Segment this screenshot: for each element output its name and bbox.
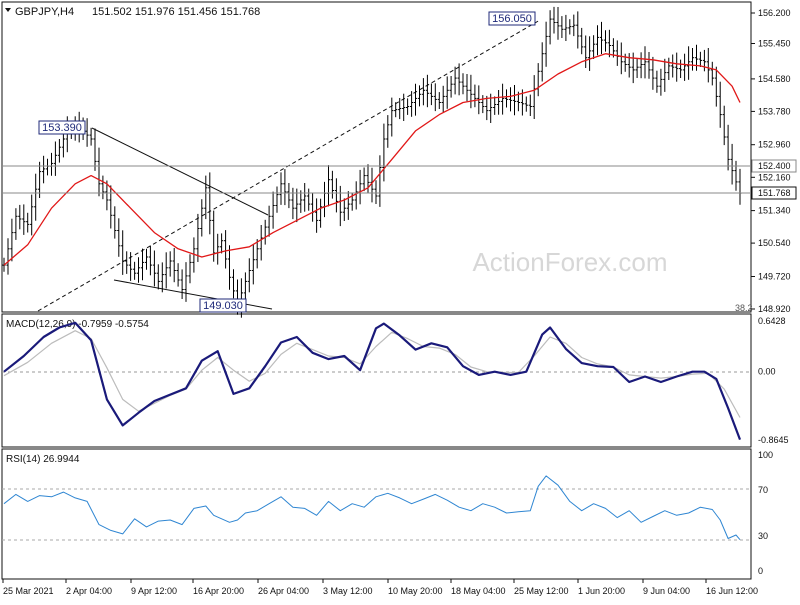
macd-panel-frame bbox=[1, 313, 752, 448]
price-axis-label: 156.200 bbox=[758, 8, 791, 18]
rsi-axis-label: 100 bbox=[758, 450, 773, 460]
rsi-axis: 100 70 30 0 bbox=[758, 450, 773, 576]
price-axis-label: 149.720 bbox=[758, 272, 791, 282]
macd-axis: 0.6428 0.00 -0.8645 bbox=[758, 316, 789, 445]
macd-axis-label: 0.00 bbox=[758, 367, 776, 377]
time-axis-label: 16 Apr 20:00 bbox=[193, 586, 244, 596]
price-axis-label: 148.920 bbox=[758, 304, 791, 314]
price-axis-label: 150.540 bbox=[758, 238, 791, 248]
price-axis-label: 152.960 bbox=[758, 140, 791, 150]
annotation-high-2: 156.050 bbox=[488, 11, 536, 26]
time-axis: 25 Mar 2021 2 Apr 04:00 9 Apr 12:00 16 Apr … bbox=[2, 579, 758, 596]
annotation-low-1-text: 149.030 bbox=[203, 300, 243, 312]
time-axis-label: 9 Apr 12:00 bbox=[131, 586, 177, 596]
time-axis-label: 10 May 20:00 bbox=[388, 586, 443, 596]
price-axis-label: 152.160 bbox=[758, 172, 791, 182]
time-axis-label: 3 May 12:00 bbox=[323, 586, 373, 596]
symbol-label: GBPJPY,H4 bbox=[15, 6, 74, 18]
macd-axis-label: 0.6428 bbox=[758, 316, 786, 326]
annotation-low-1: 149.030 bbox=[199, 298, 247, 313]
time-axis-label: 26 Apr 04:00 bbox=[258, 586, 309, 596]
current-price-text: 151.768 bbox=[758, 188, 791, 198]
rsi-axis-label: 0 bbox=[758, 566, 763, 576]
annotation-high-1-text: 153.390 bbox=[42, 122, 82, 134]
time-axis-label: 25 Mar 2021 bbox=[3, 586, 54, 596]
annotation-high-1: 153.390 bbox=[38, 120, 86, 135]
level-152400-tag: 152.400 bbox=[751, 159, 797, 173]
watermark: ActionForex.com bbox=[472, 247, 667, 277]
current-price-tag: 151.768 bbox=[751, 186, 797, 200]
macd-axis-label: -0.8645 bbox=[758, 435, 789, 445]
rsi-label: RSI(14) 26.9944 bbox=[6, 454, 80, 465]
price-axis-label: 154.580 bbox=[758, 74, 791, 84]
rsi-axis-label: 30 bbox=[758, 531, 768, 541]
fib-level-label: 38.2 bbox=[735, 303, 753, 313]
price-axis-label: 155.450 bbox=[758, 39, 791, 49]
price-axis-label: 151.340 bbox=[758, 206, 791, 216]
time-axis-label: 2 Apr 04:00 bbox=[66, 586, 112, 596]
price-header: GBPJPY,H4 151.502 151.976 151.456 151.76… bbox=[5, 6, 260, 18]
chart-canvas: ActionForex.com GBPJPY,H4 151.502 151.97… bbox=[1, 1, 797, 596]
ohlc-label: 151.502 151.976 151.456 151.768 bbox=[92, 6, 260, 18]
time-axis-label: 16 Jun 12:00 bbox=[706, 586, 758, 596]
rsi-panel-frame bbox=[1, 448, 752, 580]
time-axis-label: 9 Jun 04:00 bbox=[643, 586, 690, 596]
chart-window: ActionForex.com GBPJPY,H4 151.502 151.97… bbox=[0, 0, 800, 600]
time-axis-label: 1 Jun 20:00 bbox=[578, 586, 625, 596]
annotation-high-2-text: 156.050 bbox=[492, 13, 532, 25]
time-axis-label: 25 May 12:00 bbox=[514, 586, 569, 596]
rsi-axis-label: 70 bbox=[758, 485, 768, 495]
price-axis-label: 153.780 bbox=[758, 106, 791, 116]
level-152400-text: 152.400 bbox=[758, 161, 791, 171]
time-axis-label: 18 May 04:00 bbox=[451, 586, 506, 596]
